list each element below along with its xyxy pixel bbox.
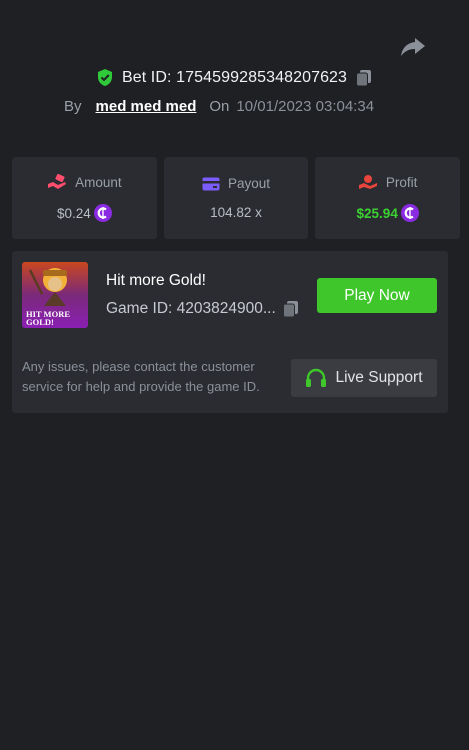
copy-game-id-button[interactable] [282,300,300,318]
hand-coins-icon [48,174,67,189]
game-title: Hit more Gold! [106,272,206,289]
copy-bet-id-button[interactable] [355,69,373,87]
coin-icon [93,204,112,222]
bet-meta-row: By med med med On 10/01/2023 03:04:34 [64,98,374,115]
game-id-row: Game ID: 4203824900... [106,300,300,318]
game-id-text: Game ID: 4203824900... [106,300,276,317]
stat-profit: Profit $25.94 [315,157,461,239]
amount-label: Amount [75,174,122,190]
amount-value: $0.24 [56,205,91,221]
game-thumbnail[interactable]: HIT MORE GOLD! [22,262,88,328]
thumbnail-title-line-2: GOLD! [26,317,54,327]
bet-id-row: Bet ID: 1754599285348207623 [0,68,469,87]
stat-amount: Amount $0.24 [12,157,157,239]
support-message: Any issues, please contact the customer … [22,359,260,394]
username-link[interactable]: med med med [96,98,197,115]
live-support-button[interactable]: Live Support [291,359,437,397]
on-label: On [209,98,230,115]
bet-datetime: 10/01/2023 03:04:34 [236,98,375,115]
headset-icon [306,368,327,387]
payout-label: Payout [227,176,271,191]
share-button[interactable] [399,36,427,58]
coin-icon [400,204,419,222]
play-now-button[interactable]: Play Now [317,278,437,313]
game-card: HIT MORE GOLD! Hit more Gold! Game ID: 4… [12,251,448,413]
bet-id-text: Bet ID: 1754599285348207623 [121,68,348,86]
profit-label: Profit [385,174,418,190]
verified-shield-icon [97,69,112,86]
profit-value: $25.94 [356,205,398,221]
copy-icon [282,301,298,318]
hand-money-icon [358,175,377,189]
stat-payout: Payout 104.82 x [163,157,309,239]
by-label: By [64,98,82,115]
live-support-label: Live Support [335,369,423,386]
copy-icon [356,69,372,86]
card-icon [202,177,220,190]
share-icon [401,38,425,56]
payout-value: 104.82 x [210,205,262,220]
bet-stats: Amount $0.24 Payout 104.82 x Profit $25.… [12,157,461,239]
bet-details-page: Bet ID: 1754599285348207623 By med med m… [0,0,469,750]
